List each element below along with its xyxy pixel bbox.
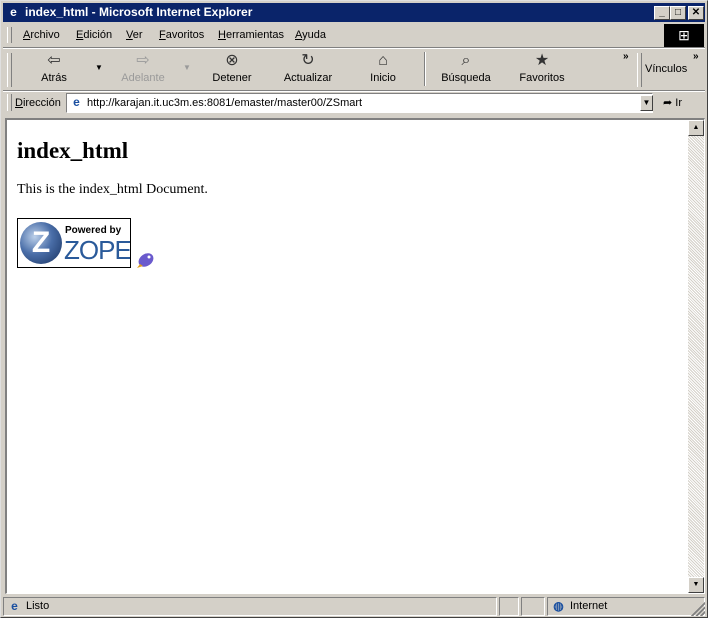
toolbar-grip[interactable] [7,53,12,87]
ie-status-icon: e [11,599,18,613]
address-dropdown-button[interactable]: ▼ [640,95,653,111]
maximize-button[interactable]: □ [670,6,686,20]
zope-fish-icon [137,253,154,268]
ie-page-icon: e [73,95,80,109]
arrow-left-icon: ⇦ [47,52,61,69]
menu-herramientas[interactable]: Herramientas [218,27,284,43]
scroll-up-button[interactable]: ▲ [688,120,704,136]
menu-favoritos[interactable]: Favoritos [159,27,204,43]
page-viewport[interactable]: index_html This is the index_html Docume… [5,118,705,594]
menu-ayuda[interactable]: Ayuda [295,27,326,43]
home-label: Inicio [370,72,396,84]
status-pane-progress [499,597,519,616]
status-bar: e Listo ◍ Internet [3,597,705,616]
menu-bar: Archivo Edición Ver Favoritos Herramient… [3,24,663,46]
go-button[interactable]: ➦ Ir [663,95,682,111]
links-button[interactable]: Vínculos [645,63,687,75]
menu-archivo[interactable]: Archivo [23,27,60,43]
forward-dropdown-arrow[interactable]: ▼ [183,63,191,72]
back-button[interactable]: ⇦ Atrás [33,51,75,89]
forward-label: Adelante [121,72,165,84]
go-arrow-icon: ➦ [663,97,673,109]
ie-document-icon: e [10,5,17,19]
title-bar[interactable]: e index_html - Microsoft Internet Explor… [3,3,705,22]
search-button[interactable]: ⌕ Búsqueda [439,51,493,89]
toolbar-chevron[interactable]: » [623,51,629,62]
address-field[interactable]: e [66,93,653,113]
refresh-icon: ↻ [301,52,315,69]
address-label: Dirección [15,97,61,109]
status-pane-security [521,597,545,616]
status-zone: Internet [570,600,608,612]
home-button[interactable]: ⌂ Inicio [365,51,401,89]
toolbar-separator [424,52,426,86]
internet-globe-icon: ◍ [553,599,564,613]
page-heading: index_html [17,138,129,163]
standard-toolbar: ⇦ Atrás ▼ ⇨ Adelante ▼ ⊗ Detener ↻ Actua… [3,49,705,90]
back-dropdown-arrow[interactable]: ▼ [95,63,103,72]
menu-grip[interactable] [7,27,12,43]
status-text: Listo [26,600,50,612]
windows-logo-throbber: ⊞ [664,24,704,47]
scroll-down-button[interactable]: ▼ [688,577,704,593]
menu-ver[interactable]: Ver [126,27,143,43]
search-globe-icon: ⌕ [461,52,471,69]
browser-window: e index_html - Microsoft Internet Explor… [0,0,708,618]
close-button[interactable]: ✕ [688,6,704,20]
address-bar: Dirección e ▼ ➦ Ir [3,92,705,114]
status-main-pane: e Listo [3,597,497,616]
address-input[interactable] [87,95,635,111]
house-icon: ⌂ [378,52,388,69]
address-grip[interactable] [7,94,12,111]
stop-icon: ⊗ [225,52,239,69]
page-paragraph: This is the index_html Document. [17,182,208,197]
links-grip[interactable] [637,53,642,87]
favorites-folder-icon: ★ [534,52,550,69]
back-label: Atrás [41,72,67,84]
window-title: index_html - Microsoft Internet Explorer [25,5,253,19]
forward-button[interactable]: ⇨ Adelante [117,51,169,89]
favorites-button[interactable]: ★ Favoritos [517,51,567,89]
stop-label: Detener [212,72,252,84]
zope-z-letter: Z [31,226,51,259]
status-zone-pane: ◍ Internet [547,597,705,616]
resize-grip[interactable] [691,602,705,616]
zope-brand-text: ZOPE [64,235,131,265]
favorites-label: Favoritos [519,72,565,84]
powered-by-zope-badge[interactable]: Z Powered by ZOPE [17,218,131,268]
vertical-scrollbar[interactable]: ▲ ▼ [688,120,704,593]
refresh-label: Actualizar [283,72,333,84]
minimize-button[interactable]: _ [654,6,670,20]
stop-button[interactable]: ⊗ Detener [209,51,255,89]
menu-edicion[interactable]: Edición [76,27,112,43]
search-label: Búsqueda [441,72,491,84]
go-label: Ir [675,97,683,109]
links-chevron[interactable]: » [693,51,699,62]
arrow-right-icon: ⇨ [136,52,150,69]
refresh-button[interactable]: ↻ Actualizar [281,51,335,89]
